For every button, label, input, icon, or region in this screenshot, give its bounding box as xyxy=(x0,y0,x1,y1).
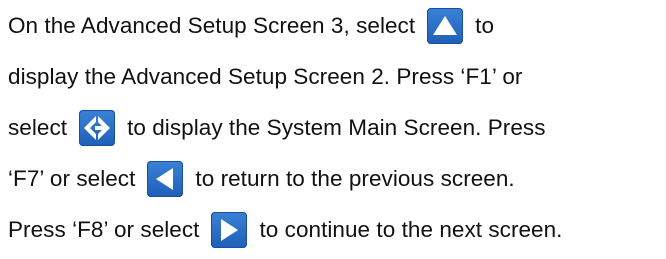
line3-text-start: select xyxy=(8,114,68,140)
text-line-1: On the Advanced Setup Screen 3, select t… xyxy=(8,0,662,51)
text-line-4: ‘F7’ or select to return to the previous… xyxy=(8,153,662,204)
line1-text-end: to xyxy=(475,12,495,38)
line2-text: display the Advanced Setup Screen 2. Pre… xyxy=(8,63,523,89)
up-arrow-icon xyxy=(427,7,464,44)
line3-text-end: to display the System Main Screen. Press xyxy=(127,114,546,140)
text-line-2: display the Advanced Setup Screen 2. Pre… xyxy=(8,51,662,102)
text-line-3: select to display the System Main Screen… xyxy=(8,102,662,153)
instruction-paragraph: On the Advanced Setup Screen 3, select t… xyxy=(8,0,662,255)
line1-text-start: On the Advanced Setup Screen 3, select xyxy=(8,12,416,38)
graco-home-icon xyxy=(79,109,116,146)
text-line-5: Press ‘F8’ or select to continue to the … xyxy=(8,204,662,255)
line5-text-end: to continue to the next screen. xyxy=(259,216,563,242)
line4-text-end: to return to the previous screen. xyxy=(195,165,515,191)
line4-text-start: ‘F7’ or select xyxy=(8,165,136,191)
left-arrow-icon xyxy=(147,160,184,197)
line5-text-start: Press ‘F8’ or select xyxy=(8,216,200,242)
right-arrow-icon xyxy=(211,211,248,248)
